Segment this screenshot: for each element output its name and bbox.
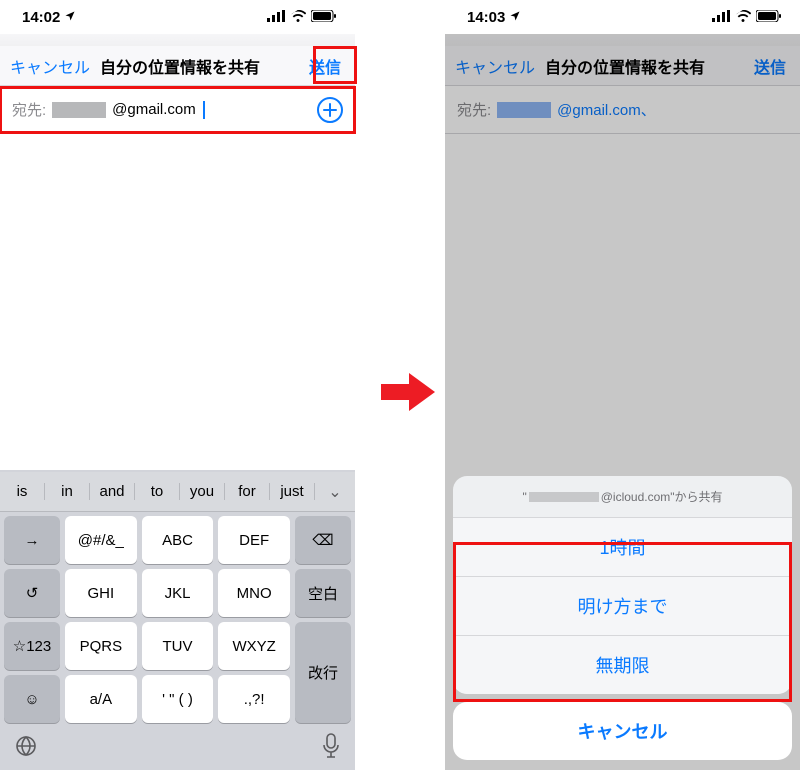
annotation-highlight [453, 542, 792, 702]
annotation-highlight [0, 86, 356, 134]
navigation-bar: キャンセル 自分の位置情報を共有 送信 [0, 46, 355, 86]
status-bar: 14:03 [445, 0, 800, 34]
signal-icon [267, 9, 285, 26]
globe-icon[interactable] [14, 734, 38, 763]
suggestion[interactable]: in [45, 483, 90, 500]
status-time: 14:03 [467, 9, 505, 26]
key[interactable]: .,?! [218, 675, 290, 723]
key[interactable]: WXYZ [218, 622, 290, 670]
status-location-icon [509, 9, 521, 26]
suggestion[interactable]: to [135, 483, 180, 500]
status-bar: 14:02 [0, 0, 355, 34]
arrow-right-icon [381, 373, 437, 411]
status-time: 14:02 [22, 9, 60, 26]
key-delete[interactable]: ⌫ [295, 516, 351, 564]
key-space[interactable]: 空白 [295, 569, 351, 617]
battery-icon [756, 9, 782, 26]
status-location-icon [64, 9, 76, 26]
suggestion[interactable]: is [0, 483, 45, 500]
chevron-down-icon[interactable]: ⌄ [315, 482, 355, 502]
key[interactable]: MNO [218, 569, 290, 617]
key-undo[interactable]: ↺ [4, 569, 60, 617]
key[interactable]: ' " ( ) [142, 675, 214, 723]
key[interactable]: PQRS [65, 622, 137, 670]
sheet-header-prefix: " [522, 490, 526, 504]
key[interactable]: GHI [65, 569, 137, 617]
redacted-text [529, 492, 599, 502]
suggestion[interactable]: for [225, 483, 270, 500]
suggestion-bar: is in and to you for just ⌄ [0, 472, 355, 512]
cancel-button[interactable]: キャンセル [10, 54, 90, 78]
wifi-icon [735, 9, 751, 26]
sheet-header-suffix: @icloud.com"から共有 [601, 488, 723, 505]
key[interactable]: DEF [218, 516, 290, 564]
key[interactable]: a/A [65, 675, 137, 723]
key[interactable]: ABC [142, 516, 214, 564]
wifi-icon [290, 9, 306, 26]
bg-strip [0, 34, 355, 46]
nav-title: 自分の位置情報を共有 [90, 54, 305, 78]
key[interactable]: TUV [142, 622, 214, 670]
action-sheet-cancel[interactable]: キャンセル [453, 702, 792, 760]
suggestion[interactable]: just [270, 483, 315, 500]
key-arrow[interactable]: → [4, 516, 60, 564]
key-enter[interactable]: 改行 [295, 622, 351, 723]
action-sheet-header: " @icloud.com"から共有 [453, 476, 792, 518]
mic-icon[interactable] [321, 733, 341, 764]
key[interactable]: JKL [142, 569, 214, 617]
keyboard: is in and to you for just ⌄ → @#/&_ ABC … [0, 470, 355, 770]
suggestion[interactable]: and [90, 483, 135, 500]
battery-icon [311, 9, 337, 26]
signal-icon [712, 9, 730, 26]
key-emoji[interactable]: ☺ [4, 675, 60, 723]
annotation-highlight [313, 46, 357, 84]
key[interactable]: @#/&_ [65, 516, 137, 564]
suggestion[interactable]: you [180, 483, 225, 500]
key-number-mode[interactable]: ☆123 [4, 622, 60, 670]
